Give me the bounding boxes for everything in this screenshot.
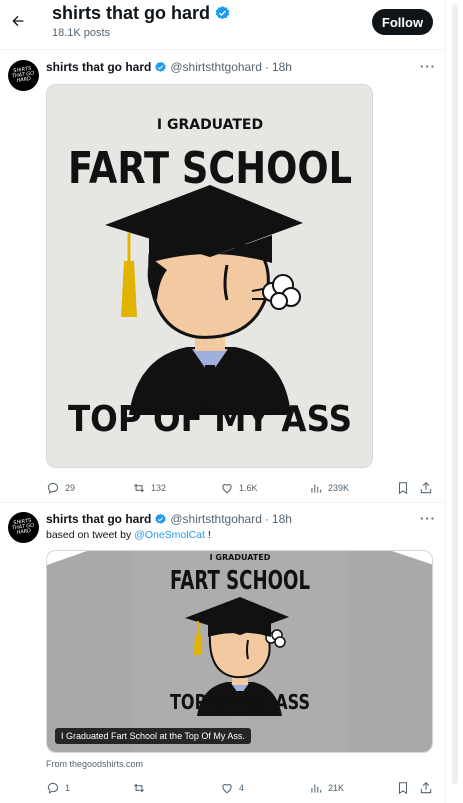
views-chart-icon — [311, 784, 322, 793]
meta-separator: · — [264, 60, 269, 74]
heart-icon — [222, 784, 232, 794]
verified-badge-icon — [155, 513, 167, 524]
repost-count: 132 — [151, 483, 167, 493]
tweet-1-meta: shirts that go hard @shirtsthtgohard · 1… — [46, 60, 292, 74]
shirt-line1: I GRADUATED — [157, 117, 263, 133]
tweet-2-meta: shirts that go hard @shirtsthtgohard · 1… — [46, 512, 292, 526]
tshirt-mockup-graphic: I GRADUATED FART SCHOOL TOP OF MY ASS — [47, 551, 432, 752]
reply-button[interactable]: 1 — [46, 780, 70, 796]
reply-count: 29 — [65, 483, 76, 493]
avatar[interactable]: SHIRTS THAT GO HARD — [8, 512, 39, 543]
shirt-line1: I GRADUATED — [210, 553, 271, 562]
avatar[interactable]: SHIRTS THAT GO HARD — [8, 60, 39, 91]
header-title-row: shirts that go hard — [52, 3, 231, 24]
tweet-author-name[interactable]: shirts that go hard — [46, 512, 151, 526]
tweet-timestamp[interactable]: 18h — [272, 60, 292, 74]
shirt-line3: TOP OF MY ASS — [170, 690, 310, 714]
profile-header: shirts that go hard 18.1K posts Follow — [0, 0, 445, 49]
shirt-line2: FART SCHOOL — [170, 566, 310, 596]
verified-badge-icon — [155, 61, 167, 72]
like-button[interactable]: 4 — [220, 780, 244, 796]
repost-icon — [133, 783, 145, 793]
bookmark-button[interactable] — [396, 780, 410, 796]
link-card-source[interactable]: From thegoodshirts.com — [46, 759, 143, 769]
tweet-1-actions: 29 132 1.6K 239K — [46, 480, 436, 496]
mention-link[interactable]: @OneSmolCat — [134, 529, 205, 541]
view-count: 239K — [328, 483, 350, 493]
view-count: 21K — [328, 783, 345, 793]
views-button[interactable]: 21K — [309, 780, 344, 796]
views-chart-icon — [311, 484, 322, 493]
share-icon — [420, 782, 432, 794]
header-title: shirts that go hard — [52, 3, 211, 23]
repost-button[interactable] — [132, 780, 151, 796]
like-count: 4 — [239, 783, 245, 793]
link-card-image[interactable]: I GRADUATED FART SCHOOL TOP OF MY ASS I … — [46, 550, 433, 753]
tweet-author-name[interactable]: shirts that go hard — [46, 60, 151, 74]
tweet-2-actions: 1 4 21K — [46, 780, 436, 796]
share-icon — [420, 482, 432, 494]
share-button[interactable] — [419, 780, 433, 796]
link-card-caption: I Graduated Fart School at the Top Of My… — [55, 728, 251, 744]
shirt-design-graphic: I GRADUATED FART SCHOOL TOP OF MY ASS — [47, 85, 372, 467]
tweet-divider — [0, 502, 445, 503]
header-post-count: 18.1K posts — [52, 27, 111, 39]
tweet-timestamp[interactable]: 18h — [272, 512, 292, 526]
repost-icon — [133, 483, 145, 493]
more-options-icon[interactable]: ··· — [420, 59, 436, 74]
like-count: 1.6K — [239, 483, 258, 493]
reply-icon — [47, 482, 59, 494]
verified-badge-icon — [215, 6, 230, 20]
bookmark-button[interactable] — [396, 480, 410, 496]
tweet-author-handle[interactable]: @shirtsthtgohard — [170, 512, 262, 526]
header-divider — [0, 49, 445, 50]
repost-button[interactable]: 132 — [132, 480, 166, 496]
shirt-line3: TOP OF MY ASS — [68, 399, 352, 440]
share-button[interactable] — [419, 480, 433, 496]
tweet-author-handle[interactable]: @shirtsthtgohard — [170, 60, 262, 74]
reply-button[interactable]: 29 — [46, 480, 75, 496]
bookmark-icon — [398, 482, 408, 495]
heart-icon — [222, 484, 232, 494]
tweet-1-image[interactable]: I GRADUATED FART SCHOOL TOP OF MY ASS — [46, 84, 373, 468]
scrollbar-thumb[interactable] — [452, 4, 458, 784]
like-button[interactable]: 1.6K — [220, 480, 258, 496]
tweet-text-prefix: based on tweet by — [46, 529, 135, 541]
tweet-2-text: based on tweet by @OneSmolCat ! — [46, 529, 211, 541]
follow-button[interactable]: Follow — [372, 9, 433, 35]
back-arrow-icon[interactable] — [8, 9, 28, 33]
more-options-icon[interactable]: ··· — [420, 511, 436, 526]
reply-icon — [47, 782, 59, 794]
avatar-logo: SHIRTS THAT GO HARD — [11, 65, 35, 84]
reply-count: 1 — [65, 783, 71, 793]
meta-separator: · — [264, 512, 269, 526]
timeline-column: shirts that go hard 18.1K posts Follow S… — [0, 0, 446, 803]
scrollbar[interactable] — [452, 0, 458, 803]
bookmark-icon — [398, 782, 408, 795]
views-button[interactable]: 239K — [309, 480, 349, 496]
avatar-logo: SHIRTS THAT GO HARD — [11, 517, 35, 536]
tweet-text-suffix: ! — [204, 529, 211, 541]
